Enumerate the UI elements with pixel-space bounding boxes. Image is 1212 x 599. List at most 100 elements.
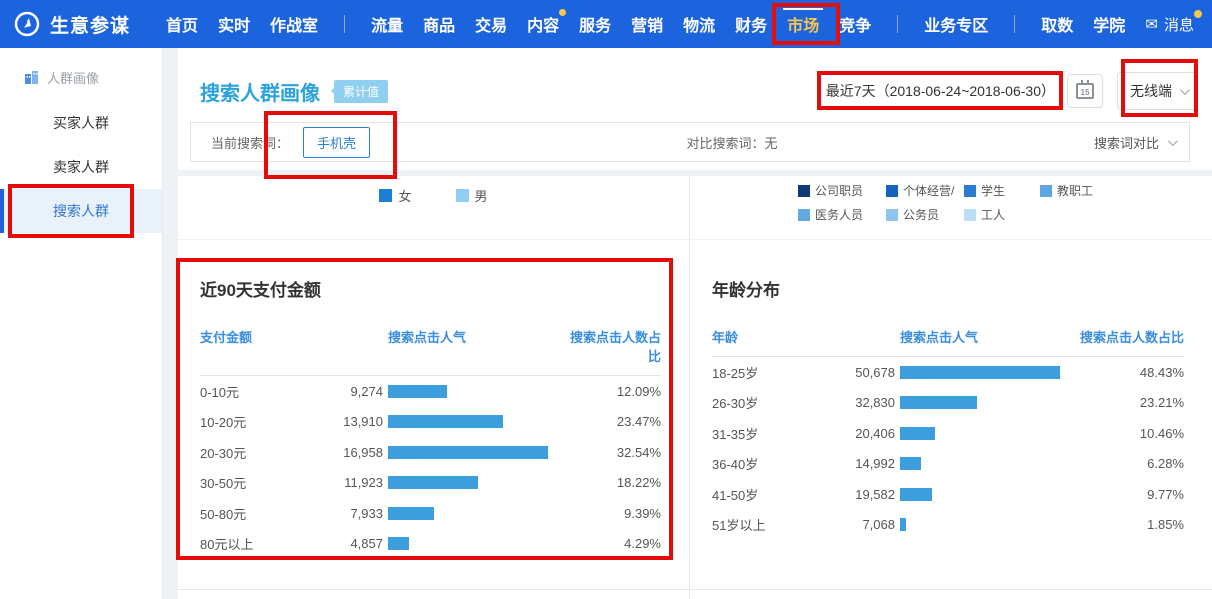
nav-menu: 首页实时作战室 流量商品交易内容服务营销物流财务市场竞争 业务专区 取数学院 xyxy=(166,0,1135,48)
legend-swatch-icon xyxy=(1040,185,1052,197)
row-label: 41-50岁 xyxy=(712,485,824,504)
share-percent: 6.28% xyxy=(1078,456,1184,471)
nav-item-marketing[interactable]: 营销 xyxy=(631,0,663,48)
table-row: 0-10元9,27412.09% xyxy=(200,376,661,407)
bar xyxy=(388,507,434,520)
bar xyxy=(388,415,503,428)
table-row: 36-40岁14,9926.28% xyxy=(712,449,1184,480)
nav-item-data-fetch[interactable]: 取数 xyxy=(1041,0,1073,48)
legend-item: 工人 xyxy=(964,206,1005,223)
bar-cell xyxy=(900,366,1078,379)
nav-item-business-zone[interactable]: 业务专区 xyxy=(924,0,988,48)
legend-item: 公务员 xyxy=(886,206,964,223)
legend-swatch-icon xyxy=(964,185,976,197)
nav-item-trade[interactable]: 交易 xyxy=(475,0,507,48)
share-percent: 10.46% xyxy=(1078,426,1184,441)
top-navbar: 生意参谋 首页实时作战室 流量商品交易内容服务营销物流财务市场竞争 业务专区 取数学院… xyxy=(0,0,1212,48)
cumulative-badge: 累计值 xyxy=(334,80,388,103)
current-term-label: 当前搜索词： xyxy=(211,133,289,152)
popularity-value: 13,910 xyxy=(312,414,388,429)
table-header-row: 支付金额搜索点击人气搜索点击人数占比 xyxy=(200,327,661,376)
sidebar-item-search-crowd[interactable]: 搜索人群 xyxy=(0,189,162,233)
sidebar-item-buyer-crowd[interactable]: 买家人群 xyxy=(0,101,162,145)
legend-swatch-icon xyxy=(798,185,810,197)
legend-item: 公司职员 xyxy=(798,182,886,199)
nav-item-academy[interactable]: 学院 xyxy=(1093,0,1125,48)
header-row: 搜索人群画像 累计值 最近7天（2018-06-24~2018-06-30） 1… xyxy=(178,48,1212,110)
table-row: 26-30岁32,83023.21% xyxy=(712,388,1184,419)
share-percent: 1.85% xyxy=(1078,517,1184,532)
sidebar-section-label: 人群画像 xyxy=(47,68,99,87)
nav-item-label: 学院 xyxy=(1093,12,1125,36)
row-label: 18-25岁 xyxy=(712,363,824,382)
bar xyxy=(900,488,932,501)
charts-card: 女男 公司职员个体经营/学生教职工 医务人员公务员工人 近90天支付金额支付金额… xyxy=(178,176,1212,599)
legend-swatch-icon xyxy=(886,209,898,221)
nav-item-label: 竞争 xyxy=(839,12,871,36)
bar xyxy=(388,537,409,550)
compare-action-label: 搜索词对比 xyxy=(1094,133,1159,152)
next-section-left-cell xyxy=(178,590,690,599)
nav-item-goods[interactable]: 商品 xyxy=(423,0,455,48)
date-range[interactable]: 最近7天（2018-06-24~2018-06-30） xyxy=(826,81,1055,101)
legend-label: 公务员 xyxy=(903,206,939,223)
row-label: 31-35岁 xyxy=(712,424,824,443)
row-label: 50-80元 xyxy=(200,504,312,523)
nav-item-label: 实时 xyxy=(218,12,250,36)
bar-cell xyxy=(900,518,1078,531)
nav-item-label: 作战室 xyxy=(270,12,318,36)
nav-item-label: 取数 xyxy=(1041,12,1073,36)
nav-item-competition[interactable]: 竞争 xyxy=(839,0,871,48)
table-row: 20-30元16,95832.54% xyxy=(200,437,661,468)
nav-item-logistics[interactable]: 物流 xyxy=(683,0,715,48)
column-header: 支付金额 xyxy=(200,327,388,365)
legend-swatch-icon xyxy=(798,209,810,221)
popularity-value: 14,992 xyxy=(824,456,900,471)
bar-cell xyxy=(388,476,566,489)
legend-label: 公司职员 xyxy=(815,182,863,199)
nav-item-war-room[interactable]: 作战室 xyxy=(270,0,318,48)
main-content: 搜索人群画像 累计值 最近7天（2018-06-24~2018-06-30） 1… xyxy=(163,48,1212,599)
table-row: 31-35岁20,406 10.46% xyxy=(712,418,1184,449)
bar xyxy=(900,427,935,440)
current-term-text: 手机壳 xyxy=(317,136,356,151)
legend-item: 个体经营/ xyxy=(886,182,964,199)
nav-item-label: 内容 xyxy=(527,12,559,36)
popularity-value: 20,406 xyxy=(824,426,900,441)
column-header: 搜索点击人数占比 xyxy=(1078,327,1184,346)
nav-messages[interactable]: ✉ 消息 xyxy=(1145,14,1194,35)
panel-title: 近90天支付金额 xyxy=(200,276,661,301)
header-card: 搜索人群画像 累计值 最近7天（2018-06-24~2018-06-30） 1… xyxy=(178,48,1212,170)
bar xyxy=(900,457,921,470)
nav-item-label: 市场 xyxy=(787,12,819,36)
brand-area[interactable]: 生意参谋 xyxy=(14,11,130,38)
current-term-button[interactable]: 手机壳 xyxy=(303,127,370,158)
chevron-down-icon xyxy=(1168,136,1178,146)
sidebar-section-crowd-portrait[interactable]: 人群画像 xyxy=(0,48,162,101)
notification-dot xyxy=(1194,10,1202,18)
nav-item-traffic[interactable]: 流量 xyxy=(371,0,403,48)
next-section-right-cell xyxy=(690,590,1212,599)
nav-item-service[interactable]: 服务 xyxy=(579,0,611,48)
bar xyxy=(388,476,478,489)
bar-cell xyxy=(900,427,1078,440)
legend-label: 女 xyxy=(398,186,411,205)
nav-item-content[interactable]: 内容 xyxy=(527,0,559,48)
nav-item-market[interactable]: 市场 xyxy=(787,0,819,48)
nav-item-realtime[interactable]: 实时 xyxy=(218,0,250,48)
sidebar-item-seller-crowd[interactable]: 卖家人群 xyxy=(0,145,162,189)
sidebar-item-label: 卖家人群 xyxy=(53,157,109,177)
compare-terms-dropdown[interactable]: 搜索词对比 xyxy=(1094,133,1175,152)
nav-item-home[interactable]: 首页 xyxy=(166,0,198,48)
terminal-select[interactable]: 无线端 xyxy=(1117,72,1198,110)
column-header: 搜索点击人气 xyxy=(388,327,566,365)
table-header-row: 年龄搜索点击人气搜索点击人数占比 xyxy=(712,327,1184,357)
share-percent: 9.77% xyxy=(1078,487,1184,502)
calendar-button[interactable]: 15 xyxy=(1067,74,1103,108)
popularity-value: 50,678 xyxy=(824,365,900,380)
nav-item-finance[interactable]: 财务 xyxy=(735,0,767,48)
age-panel-cell: 年龄分布年龄搜索点击人气搜索点击人数占比18-25岁50,67848.43%26… xyxy=(690,240,1212,590)
bar-cell xyxy=(388,415,566,428)
compare-term-text: 对比搜索词：无 xyxy=(370,133,1094,152)
bar xyxy=(388,446,548,459)
